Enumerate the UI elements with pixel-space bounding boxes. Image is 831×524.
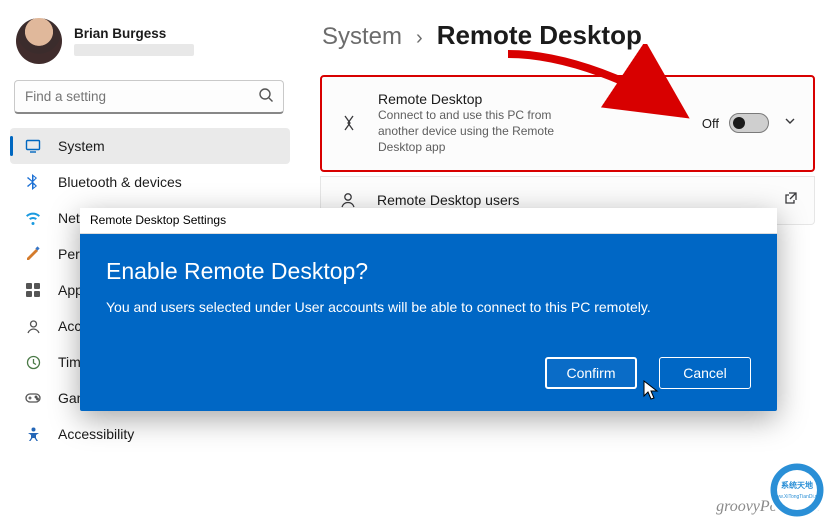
toggle-state-label: Off [702,116,719,131]
user-email-placeholder [74,44,194,56]
dialog-heading: Enable Remote Desktop? [106,258,751,285]
nav-label: System [58,138,105,154]
breadcrumb-parent[interactable]: System [322,23,402,51]
accounts-icon [24,317,42,335]
time-icon [24,353,42,371]
confirm-button[interactable]: Confirm [545,357,637,389]
users-icon [337,191,359,209]
chevron-down-icon[interactable] [783,114,797,133]
remote-desktop-toggle[interactable] [729,113,769,133]
network-icon [24,209,42,227]
nav-system[interactable]: System [10,128,290,164]
user-name: Brian Burgess [74,26,194,41]
mouse-cursor [643,380,661,402]
remote-desktop-card[interactable]: Remote Desktop Connect to and use this P… [320,75,815,172]
nav-accessibility[interactable]: Accessibility [10,416,290,452]
accessibility-icon [24,425,42,443]
search-box[interactable] [14,80,284,114]
card-title: Remote Desktop users [377,192,784,208]
enable-remote-desktop-dialog: Remote Desktop Settings Enable Remote De… [80,208,777,411]
nav-label: Accessibility [58,426,134,442]
breadcrumb: System › Remote Desktop [320,20,815,51]
nav-bluetooth[interactable]: Bluetooth & devices [10,164,290,200]
bluetooth-icon [24,173,42,191]
site-badge: 系统天地 www.XiTongTianDi.net [765,458,829,522]
svg-text:系统天地: 系统天地 [781,480,813,490]
page-title: Remote Desktop [437,20,642,51]
card-title: Remote Desktop [378,91,702,107]
remote-desktop-icon [338,113,360,133]
card-description: Connect to and use this PC from another … [378,107,588,156]
dialog-titlebar: Remote Desktop Settings [80,208,777,234]
personalization-icon [24,245,42,263]
user-profile[interactable]: Brian Burgess [10,18,290,78]
svg-text:www.XiTongTianDi.net: www.XiTongTianDi.net [772,494,822,500]
cancel-button[interactable]: Cancel [659,357,751,389]
system-icon [24,137,42,155]
search-input[interactable] [14,80,284,114]
dialog-text: You and users selected under User accoun… [106,299,751,315]
external-link-icon [784,191,798,210]
gaming-icon [24,389,42,407]
apps-icon [24,281,42,299]
nav-label: Bluetooth & devices [58,174,182,190]
search-icon [258,87,274,108]
breadcrumb-separator: › [416,27,423,50]
avatar [16,18,62,64]
main-panel: System › Remote Desktop Remote Desktop C… [310,0,831,225]
